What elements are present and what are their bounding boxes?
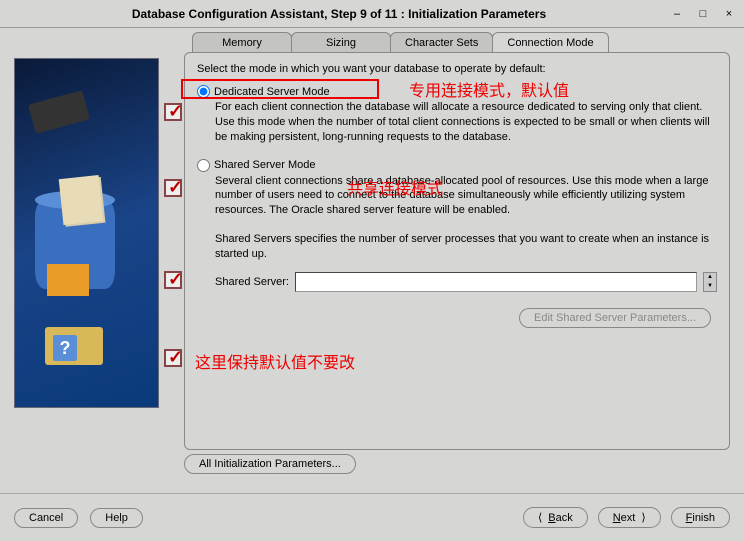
wizard-footer: Cancel Help ⟨ BBackack Next ⟩ Finish: [0, 493, 744, 541]
finish-button[interactable]: Finish: [671, 507, 730, 528]
window-title: Database Configuration Assistant, Step 9…: [8, 7, 670, 21]
annotation-dedicated: 专用连接模式，默认值: [409, 77, 569, 101]
next-button[interactable]: Next ⟩: [598, 507, 661, 528]
mode-instruction: Select the mode in which you want your d…: [197, 63, 717, 75]
edit-shared-params-button[interactable]: Edit Shared Server Parameters...: [519, 308, 711, 328]
tab-sizing[interactable]: Sizing: [291, 32, 391, 53]
cancel-button[interactable]: Cancel: [14, 508, 78, 528]
tab-memory[interactable]: Memory: [192, 32, 292, 53]
shared-server-label: Shared Server:: [215, 276, 289, 288]
window-controls: – □ ×: [670, 7, 736, 21]
shared-label: Shared Server Mode: [214, 159, 316, 171]
all-init-params-button[interactable]: All Initialization Parameters...: [184, 454, 356, 474]
tab-character-sets[interactable]: Character Sets: [390, 32, 493, 53]
connection-mode-panel: Select the mode in which you want your d…: [184, 52, 730, 450]
title-bar: Database Configuration Assistant, Step 9…: [0, 0, 744, 28]
annotation-bottom: 这里保持默认值不要改: [195, 349, 355, 373]
shared-server-input[interactable]: [295, 272, 697, 292]
annotation-box: [181, 79, 379, 99]
wizard-illustration: [14, 58, 159, 408]
next-icon: ⟩: [641, 511, 645, 524]
shared-radio-row[interactable]: Shared Server Mode: [197, 159, 717, 172]
shared-description: Several client connections share a datab…: [215, 174, 717, 219]
annotation-shared: 共享连接模式: [347, 175, 443, 199]
help-button[interactable]: Help: [90, 508, 143, 528]
tab-connection-mode[interactable]: Connection Mode: [492, 32, 608, 53]
shared-radio[interactable]: [197, 159, 210, 172]
shared-server-spinner[interactable]: ▲▼: [703, 272, 717, 292]
maximize-icon[interactable]: □: [696, 7, 710, 21]
dedicated-description: For each client connection the database …: [215, 100, 717, 145]
wizard-sidebar: [0, 28, 170, 490]
close-icon[interactable]: ×: [722, 7, 736, 21]
back-icon: ⟨: [538, 511, 542, 524]
minimize-icon[interactable]: –: [670, 7, 684, 21]
back-button[interactable]: ⟨ BBackack: [523, 507, 588, 528]
tab-strip: Memory Sizing Character Sets Connection …: [192, 32, 730, 53]
shared-servers-note: Shared Servers specifies the number of s…: [215, 232, 717, 262]
